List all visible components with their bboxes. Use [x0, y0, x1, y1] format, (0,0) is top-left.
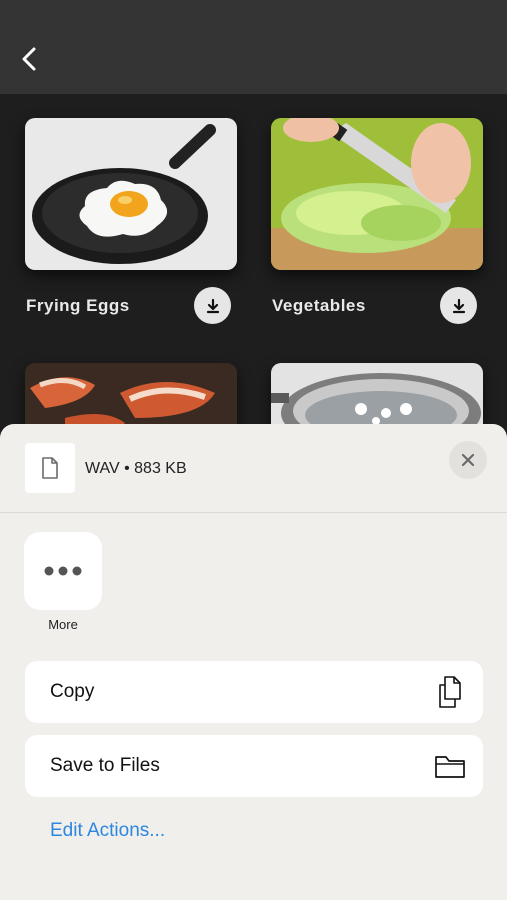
- frying-eggs-image: [25, 118, 237, 270]
- download-icon: [452, 298, 465, 313]
- edit-actions-link[interactable]: Edit Actions...: [50, 820, 165, 842]
- copy-action[interactable]: Copy: [25, 661, 483, 723]
- more-button[interactable]: [24, 532, 102, 610]
- back-button[interactable]: [14, 44, 44, 74]
- folder-icon: [433, 749, 467, 783]
- save-to-files-action-label: Save to Files: [50, 755, 160, 776]
- copy-icon: [433, 675, 467, 709]
- more-label: More: [48, 617, 78, 632]
- file-thumbnail: [25, 443, 75, 493]
- vegetables-image: [271, 118, 483, 270]
- close-button[interactable]: [449, 441, 487, 479]
- download-button[interactable]: [440, 287, 477, 324]
- copy-action-label: Copy: [50, 681, 95, 702]
- save-to-files-action[interactable]: Save to Files: [25, 735, 483, 797]
- recipe-card-label: Vegetables: [272, 296, 366, 315]
- share-sheet: WAV • 883 KB More Copy Save to Files Edi…: [0, 424, 507, 900]
- divider: [0, 512, 507, 513]
- document-icon: [42, 457, 58, 479]
- recipe-card-vegetables[interactable]: [271, 118, 483, 270]
- download-icon: [206, 298, 219, 313]
- recipe-card-label: Frying Eggs: [26, 296, 130, 315]
- download-button[interactable]: [194, 287, 231, 324]
- file-info: WAV • 883 KB: [85, 460, 187, 477]
- top-bar: [0, 0, 507, 94]
- close-icon: [461, 453, 475, 467]
- chevron-left-icon: [22, 47, 36, 71]
- recipe-card-frying-eggs[interactable]: [25, 118, 237, 270]
- more-icon: [44, 566, 82, 576]
